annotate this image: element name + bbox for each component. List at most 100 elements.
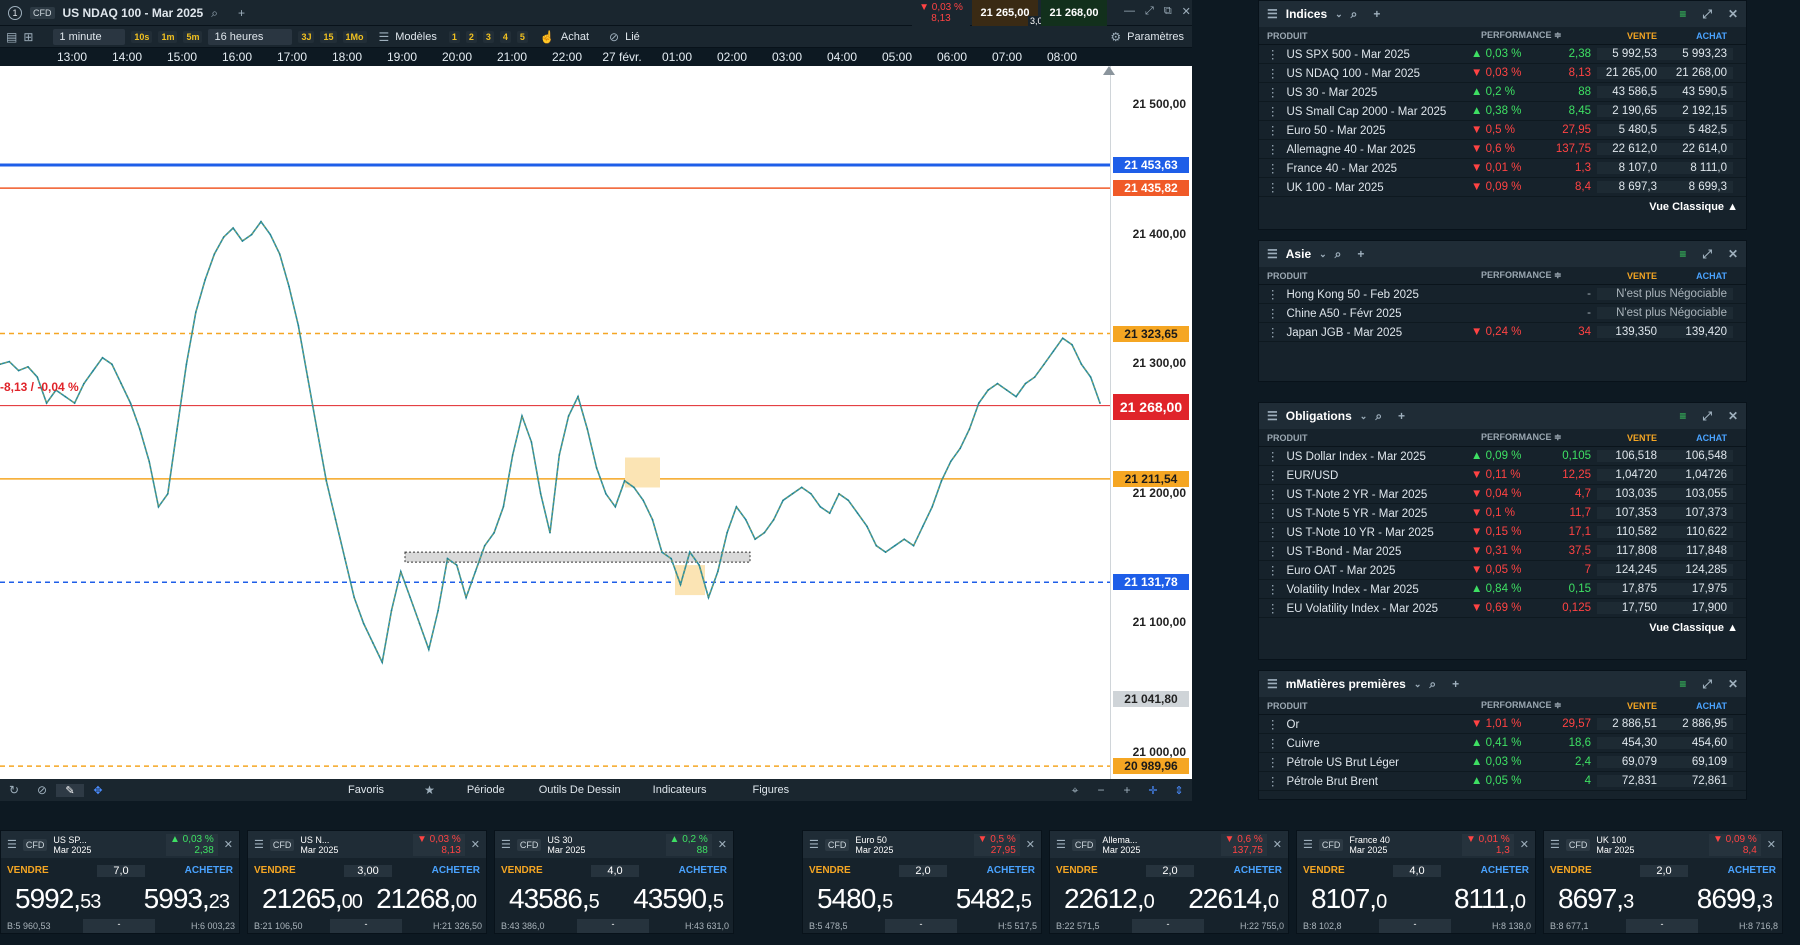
sell-price[interactable]: 5 992,53 — [1597, 48, 1663, 60]
hide-icon[interactable]: ⊘ — [28, 783, 56, 797]
sell-price[interactable]: 103,035 — [1597, 488, 1663, 500]
instrument-row[interactable]: ⋮ US SPX 500 - Mar 2025 ▲ 0,03 % 2,38 5 992,… — [1259, 45, 1746, 64]
zoom-out-icon[interactable]: − — [1088, 783, 1114, 797]
range-box[interactable] — [404, 551, 751, 563]
buy-price[interactable]: 72,861 — [1663, 775, 1733, 787]
tile-buy-button[interactable]: 22614,0 — [1188, 883, 1279, 915]
settings-icon[interactable]: ≡ — [1679, 409, 1686, 423]
col-performance[interactable]: PERFORMANCE ≑ — [1467, 270, 1597, 281]
zoom-icon[interactable]: ⌕ — [1375, 409, 1382, 424]
tile-sell-button[interactable]: 22612,0 — [1064, 883, 1155, 915]
product-name[interactable]: US SPX 500 - Mar 2025 — [1287, 49, 1410, 61]
buy-price[interactable]: 2 192,15 — [1663, 105, 1733, 117]
reset-icon[interactable]: ↻ — [0, 783, 28, 797]
settings-icon[interactable]: ≡ — [1679, 677, 1686, 691]
tile-sell-button[interactable]: 21265,00 — [262, 883, 363, 915]
expand-icon[interactable]: ⤢ — [1702, 247, 1712, 262]
col-sell[interactable]: VENTE — [1597, 701, 1663, 711]
layout-4[interactable]: 4 — [499, 30, 511, 43]
info-icon[interactable]: ⋮ — [1267, 546, 1279, 558]
chevron-down-icon[interactable]: ⌄ — [1414, 679, 1422, 690]
tile-buy-button[interactable]: 5482,5 — [956, 883, 1032, 915]
product-name[interactable]: Chine A50 - Févr 2025 — [1287, 308, 1402, 320]
search-icon[interactable]: ⌕ — [211, 6, 218, 21]
interval-10s[interactable]: 10s — [131, 30, 153, 43]
menu-icon[interactable]: ☰ — [254, 838, 264, 851]
sell-price[interactable]: 72,831 — [1597, 775, 1663, 787]
settings-button[interactable]: Paramètres — [1127, 31, 1184, 43]
range-3j[interactable]: 3J — [298, 30, 315, 43]
layout-icon[interactable]: ⊞ — [23, 30, 33, 44]
close-icon[interactable]: ✕ — [224, 838, 233, 851]
product-name[interactable]: Allemagne 40 - Mar 2025 — [1287, 144, 1416, 156]
close-icon[interactable]: ✕ — [471, 838, 480, 851]
quantity-input[interactable]: - — [83, 919, 155, 933]
sell-price[interactable]: 17,875 — [1597, 583, 1663, 595]
info-icon[interactable]: ⋮ — [1267, 776, 1279, 788]
buy-price-button[interactable]: 21 268,00 — [1041, 0, 1107, 26]
info-icon[interactable]: ⋮ — [1267, 144, 1279, 156]
product-name[interactable]: US T-Note 10 YR - Mar 2025 — [1287, 527, 1434, 539]
quantity-input[interactable]: - — [1626, 919, 1698, 933]
instrument-row[interactable]: ⋮ US Dollar Index - Mar 2025 ▲ 0,09 % 0,105… — [1259, 447, 1746, 466]
instrument-row[interactable]: ⋮ US T-Note 10 YR - Mar 2025 ▼ 0,15 % 17,1 1… — [1259, 523, 1746, 542]
quantity-input[interactable]: - — [1379, 919, 1451, 933]
col-performance[interactable]: PERFORMANCE ≑ — [1467, 700, 1597, 711]
product-name[interactable]: Euro 50 - Mar 2025 — [1287, 125, 1386, 137]
info-icon[interactable]: ⋮ — [1267, 327, 1279, 339]
close-icon[interactable]: ✕ — [1026, 838, 1035, 851]
expand-icon[interactable]: ⤢ — [1702, 7, 1712, 22]
info-icon[interactable]: ⋮ — [1267, 527, 1279, 539]
chevron-down-icon[interactable]: ⌄ — [1319, 249, 1327, 260]
chevron-down-icon[interactable]: ⌄ — [1335, 9, 1343, 20]
product-name[interactable]: Hong Kong 50 - Feb 2025 — [1287, 289, 1419, 301]
sell-price[interactable]: 69,079 — [1597, 756, 1663, 768]
crosshair-icon[interactable]: ⌖ — [1062, 783, 1088, 798]
sell-price[interactable]: 8 107,0 — [1597, 162, 1663, 174]
tile-sell-button[interactable]: 8697,3 — [1558, 883, 1634, 915]
tile-instrument[interactable]: UK 100 Mar 2025 — [1596, 835, 1642, 855]
tile-instrument[interactable]: Allema... Mar 2025 — [1102, 835, 1148, 855]
col-product[interactable]: PRODUIT — [1259, 433, 1467, 443]
scroll-up-icon[interactable] — [1103, 66, 1115, 75]
instrument-row[interactable]: ⋮ US 30 - Mar 2025 ▲ 0,2 % 88 43 586,5 43 590… — [1259, 83, 1746, 102]
buy-price[interactable]: 8 699,3 — [1663, 181, 1733, 193]
product-name[interactable]: EU Volatility Index - Mar 2025 — [1287, 603, 1439, 615]
col-sell[interactable]: VENTE — [1597, 433, 1663, 443]
product-name[interactable]: UK 100 - Mar 2025 — [1287, 182, 1384, 194]
sell-price[interactable]: 139,350 — [1597, 326, 1663, 338]
tile-instrument[interactable]: Euro 50 Mar 2025 — [855, 835, 901, 855]
range-15[interactable]: 15 — [320, 30, 337, 43]
classic-view-button[interactable]: Vue Classique ▲ — [1259, 618, 1746, 638]
buy-price[interactable]: 139,420 — [1663, 326, 1733, 338]
tile-buy-button[interactable]: 43590,5 — [633, 883, 724, 915]
info-icon[interactable]: ⋮ — [1267, 106, 1279, 118]
zone-box[interactable] — [625, 457, 660, 488]
product-name[interactable]: EUR/USD — [1287, 470, 1339, 482]
product-name[interactable]: France 40 - Mar 2025 — [1287, 163, 1398, 175]
sell-price[interactable]: 21 265,00 — [1597, 67, 1663, 79]
product-name[interactable]: US Dollar Index - Mar 2025 — [1287, 451, 1426, 463]
col-buy[interactable]: ACHAT — [1663, 433, 1733, 443]
price-chart[interactable]: -8,13 / -0,04 % — [0, 66, 1110, 779]
add-tab-icon[interactable]: + — [238, 6, 245, 20]
info-icon[interactable]: ⋮ — [1267, 87, 1279, 99]
buy-price[interactable]: 106,548 — [1663, 450, 1733, 462]
instrument-row[interactable]: ⋮ Volatility Index - Mar 2025 ▲ 0,84 % 0,15… — [1259, 580, 1746, 599]
buy-price[interactable]: 103,055 — [1663, 488, 1733, 500]
tile-buy-button[interactable]: 8699,3 — [1697, 883, 1773, 915]
buy-price[interactable]: 21 268,00 — [1663, 67, 1733, 79]
buy-price[interactable]: 1,04726 — [1663, 469, 1733, 481]
product-name[interactable]: Or — [1287, 719, 1300, 731]
buy-price[interactable]: 22 614,0 — [1663, 143, 1733, 155]
favorites-button[interactable]: Favoris — [348, 784, 384, 796]
info-icon[interactable]: ⋮ — [1267, 451, 1279, 463]
sell-price[interactable]: 17,750 — [1597, 602, 1663, 614]
info-icon[interactable]: ⋮ — [1267, 603, 1279, 615]
info-icon[interactable]: ⋮ — [1267, 68, 1279, 80]
layout-1[interactable]: 1 — [448, 30, 460, 43]
product-name[interactable]: Cuivre — [1287, 738, 1320, 750]
range-select[interactable]: 16 heures — [208, 28, 293, 45]
info-icon[interactable]: ⋮ — [1267, 719, 1279, 731]
close-icon[interactable]: ✕ — [1767, 838, 1776, 851]
